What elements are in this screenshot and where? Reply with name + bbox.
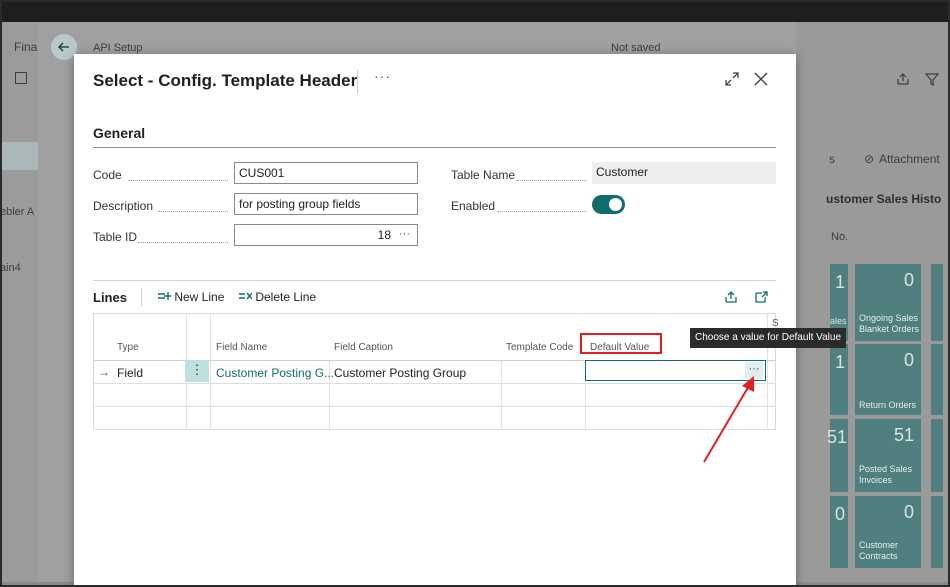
screenshot-frame	[0, 0, 950, 587]
